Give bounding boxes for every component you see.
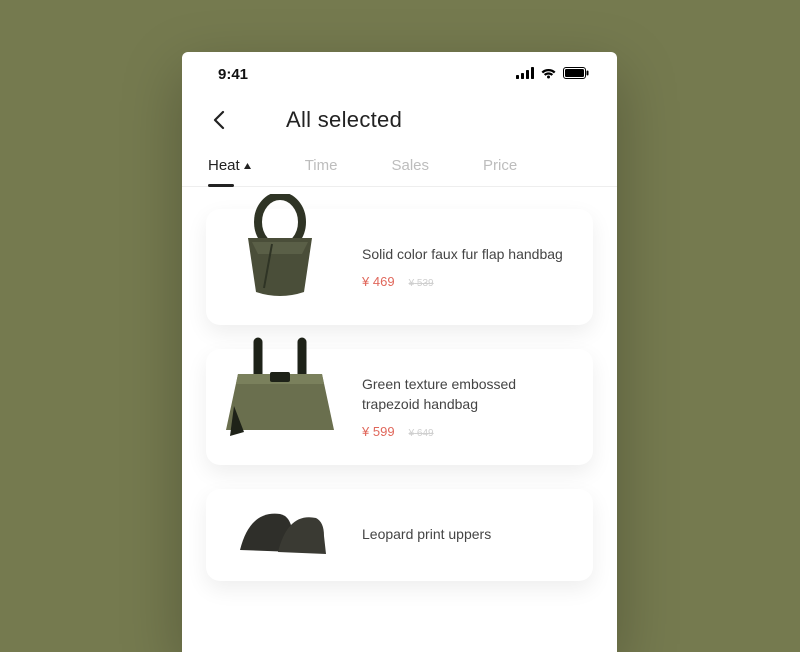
product-card[interactable]: Leopard print uppers [206,489,593,581]
phone-frame: 9:41 All selected Heat Time Sa [182,52,617,652]
product-price: ¥ 469 [362,274,395,289]
tab-label: Heat [208,157,240,174]
tab-sales[interactable]: Sales [391,157,429,186]
product-name: Solid color faux fur flap handbag [362,245,567,265]
product-name: Green texture embossed trapezoid handbag [362,375,567,414]
status-time: 9:41 [218,66,248,83]
signal-icon [516,66,534,83]
product-info: Green texture embossed trapezoid handbag… [362,375,567,439]
product-prices: ¥ 469 ¥ 539 [362,274,567,289]
sort-arrow-up-icon [244,163,251,169]
product-card[interactable]: Green texture embossed trapezoid handbag… [206,349,593,465]
page-title: All selected [286,107,402,133]
tab-time[interactable]: Time [305,157,338,186]
product-name: Leopard print uppers [362,525,567,545]
product-price-old: ¥ 649 [409,428,434,439]
status-bar: 9:41 [182,52,617,89]
product-list: Solid color faux fur flap handbag ¥ 469 … [182,187,617,563]
product-prices: ¥ 599 ¥ 649 [362,424,567,439]
battery-icon [563,66,589,83]
product-price: ¥ 599 [362,424,395,439]
tab-label: Sales [391,157,429,174]
product-image [216,334,344,444]
tab-price[interactable]: Price [483,157,517,186]
status-icons [516,66,589,83]
wifi-icon [540,66,557,83]
chevron-left-icon [212,110,226,130]
product-price-old: ¥ 539 [409,278,434,289]
tab-label: Price [483,157,517,174]
product-image [216,194,344,304]
sort-tabs: Heat Time Sales Price [182,147,617,187]
back-button[interactable] [208,109,230,131]
product-info: Solid color faux fur flap handbag ¥ 469 … [362,245,567,290]
header: All selected [182,89,617,147]
product-card[interactable]: Solid color faux fur flap handbag ¥ 469 … [206,209,593,325]
product-image [216,495,344,565]
product-info: Leopard print uppers [362,525,567,545]
tab-heat[interactable]: Heat [208,157,251,186]
tab-label: Time [305,157,338,174]
